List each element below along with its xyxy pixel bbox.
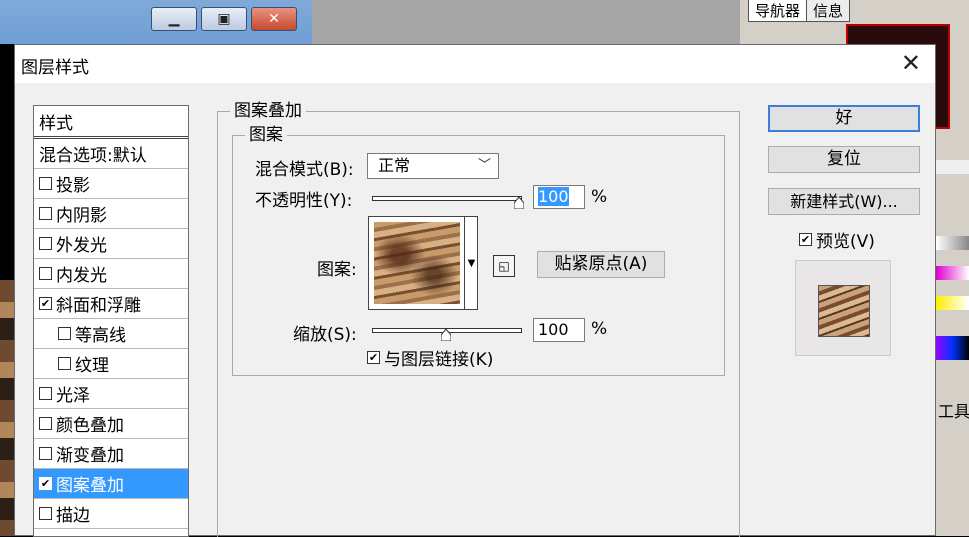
- list-item-label: 描边: [56, 506, 90, 526]
- drop-shadow-checkbox[interactable]: [39, 177, 52, 190]
- dialog-title: 图层样式: [21, 58, 89, 78]
- inner-shadow-checkbox[interactable]: [39, 207, 52, 220]
- opacity-value: 100: [538, 187, 569, 206]
- texture-checkbox[interactable]: [58, 357, 71, 370]
- styles-blend-options[interactable]: 混合选项:默认: [34, 139, 188, 169]
- panel-tools-label: 工具: [938, 402, 969, 421]
- style-item-gradient-overlay[interactable]: 渐变叠加: [34, 439, 188, 469]
- list-item-label: 纹理: [75, 356, 109, 376]
- style-item-pattern-overlay[interactable]: ✔ 图案叠加: [34, 469, 188, 499]
- style-item-drop-shadow[interactable]: 投影: [34, 169, 188, 199]
- pattern-swatch: [374, 222, 460, 304]
- scale-value: 100: [538, 320, 569, 339]
- panel-gradient-3: [936, 296, 969, 310]
- scale-label: 缩放(S):: [293, 325, 357, 345]
- style-item-inner-glow[interactable]: 内发光: [34, 259, 188, 289]
- outer-glow-checkbox[interactable]: [39, 237, 52, 250]
- caret-down-icon: ▼: [467, 257, 476, 269]
- minimize-icon: ▁: [168, 11, 180, 27]
- list-item-label: 光泽: [56, 386, 90, 406]
- bevel-emboss-checkbox[interactable]: ✔: [39, 297, 52, 310]
- panel-tabs: 导航器 信息: [748, 0, 851, 22]
- gradient-overlay-checkbox[interactable]: [39, 447, 52, 460]
- inner-glow-checkbox[interactable]: [39, 267, 52, 280]
- new-style-button[interactable]: 新建样式(W)...: [768, 188, 920, 215]
- list-item-label: 等高线: [75, 326, 126, 346]
- tab-navigator[interactable]: 导航器: [748, 0, 808, 22]
- color-overlay-checkbox[interactable]: [39, 417, 52, 430]
- snap-to-origin-button[interactable]: 贴紧原点(A): [537, 251, 665, 278]
- background-image-strip: [0, 280, 14, 536]
- contour-checkbox[interactable]: [58, 327, 71, 340]
- blend-mode-value: 正常: [378, 156, 411, 175]
- tab-info[interactable]: 信息: [806, 0, 851, 22]
- style-preview: [795, 260, 891, 356]
- list-item-label: 斜面和浮雕: [56, 296, 141, 316]
- list-item-label: 内阴影: [56, 206, 107, 226]
- scale-slider-thumb[interactable]: [441, 329, 451, 341]
- minimize-button[interactable]: ▁: [151, 7, 197, 31]
- list-item-label: 渐变叠加: [56, 446, 124, 466]
- style-item-inner-shadow[interactable]: 内阴影: [34, 199, 188, 229]
- window-close-button[interactable]: ✕: [251, 7, 297, 31]
- opacity-slider[interactable]: [372, 196, 522, 201]
- chevron-down-icon: ﹀: [477, 158, 491, 173]
- panel-swatch: [936, 160, 969, 174]
- opacity-percent: %: [591, 187, 608, 207]
- list-item-label: 外发光: [56, 236, 107, 256]
- pattern-picker[interactable]: ▼: [368, 216, 478, 310]
- scale-percent: %: [591, 319, 608, 339]
- opacity-label: 不透明性(Y):: [255, 191, 353, 211]
- panel-gradient-1: [936, 236, 969, 250]
- styles-list: 样式 混合选项:默认 投影 内阴影 外发光 内发光 ✔ 斜面和浮雕 等高线 纹理: [33, 105, 189, 537]
- restore-button[interactable]: ▣: [201, 7, 247, 31]
- opacity-slider-thumb[interactable]: [514, 197, 524, 209]
- layer-style-dialog: 图层样式 ✕ 样式 混合选项:默认 投影 内阴影 外发光 内发光 ✔ 斜面和浮雕…: [14, 44, 936, 537]
- style-item-bevel-emboss[interactable]: ✔ 斜面和浮雕: [34, 289, 188, 319]
- blend-mode-label: 混合模式(B):: [255, 160, 354, 180]
- pattern-overlay-group-title: 图案叠加: [230, 100, 306, 122]
- blend-mode-select[interactable]: 正常 ﹀: [367, 153, 499, 179]
- list-item-label: 投影: [56, 176, 90, 196]
- pattern-label: 图案:: [317, 260, 357, 280]
- list-item-label: 颜色叠加: [56, 416, 124, 436]
- style-item-color-overlay[interactable]: 颜色叠加: [34, 409, 188, 439]
- close-icon[interactable]: ✕: [901, 50, 921, 76]
- restore-icon: ▣: [217, 11, 231, 27]
- preview-checkbox[interactable]: ✔ 预览(V): [799, 227, 875, 252]
- list-item-label: 图案叠加: [56, 476, 124, 496]
- panel-gradient-2: [936, 266, 969, 280]
- reset-button[interactable]: 复位: [768, 146, 920, 173]
- style-item-contour[interactable]: 等高线: [34, 319, 188, 349]
- link-with-layer-label: 与图层链接(K): [384, 350, 494, 370]
- close-icon: ✕: [268, 11, 280, 27]
- style-item-satin[interactable]: 光泽: [34, 379, 188, 409]
- link-with-layer-check[interactable]: ✔: [367, 351, 380, 364]
- opacity-input[interactable]: 100: [533, 185, 585, 209]
- preview-label: 预览(V): [816, 232, 875, 252]
- dialog-titlebar: 图层样式 ✕: [15, 45, 935, 83]
- stroke-checkbox[interactable]: [39, 507, 52, 520]
- ok-button[interactable]: 好: [768, 105, 920, 132]
- new-preset-button[interactable]: ◱: [493, 255, 515, 277]
- preview-swatch: [818, 285, 870, 337]
- style-item-texture[interactable]: 纹理: [34, 349, 188, 379]
- preview-check[interactable]: ✔: [799, 233, 812, 246]
- pattern-group-title: 图案: [245, 124, 287, 146]
- scale-input[interactable]: 100: [533, 318, 585, 342]
- list-item-label: 内发光: [56, 266, 107, 286]
- pattern-dropdown[interactable]: ▼: [464, 217, 478, 309]
- new-preset-icon: ◱: [498, 259, 510, 273]
- panel-gradient-4: [936, 336, 969, 360]
- style-item-stroke[interactable]: 描边: [34, 499, 188, 529]
- satin-checkbox[interactable]: [39, 387, 52, 400]
- styles-list-header[interactable]: 样式: [34, 106, 188, 139]
- link-with-layer-checkbox[interactable]: ✔ 与图层链接(K): [367, 345, 493, 370]
- pattern-overlay-checkbox[interactable]: ✔: [39, 477, 52, 490]
- background-canvas-area: [312, 0, 740, 44]
- style-item-outer-glow[interactable]: 外发光: [34, 229, 188, 259]
